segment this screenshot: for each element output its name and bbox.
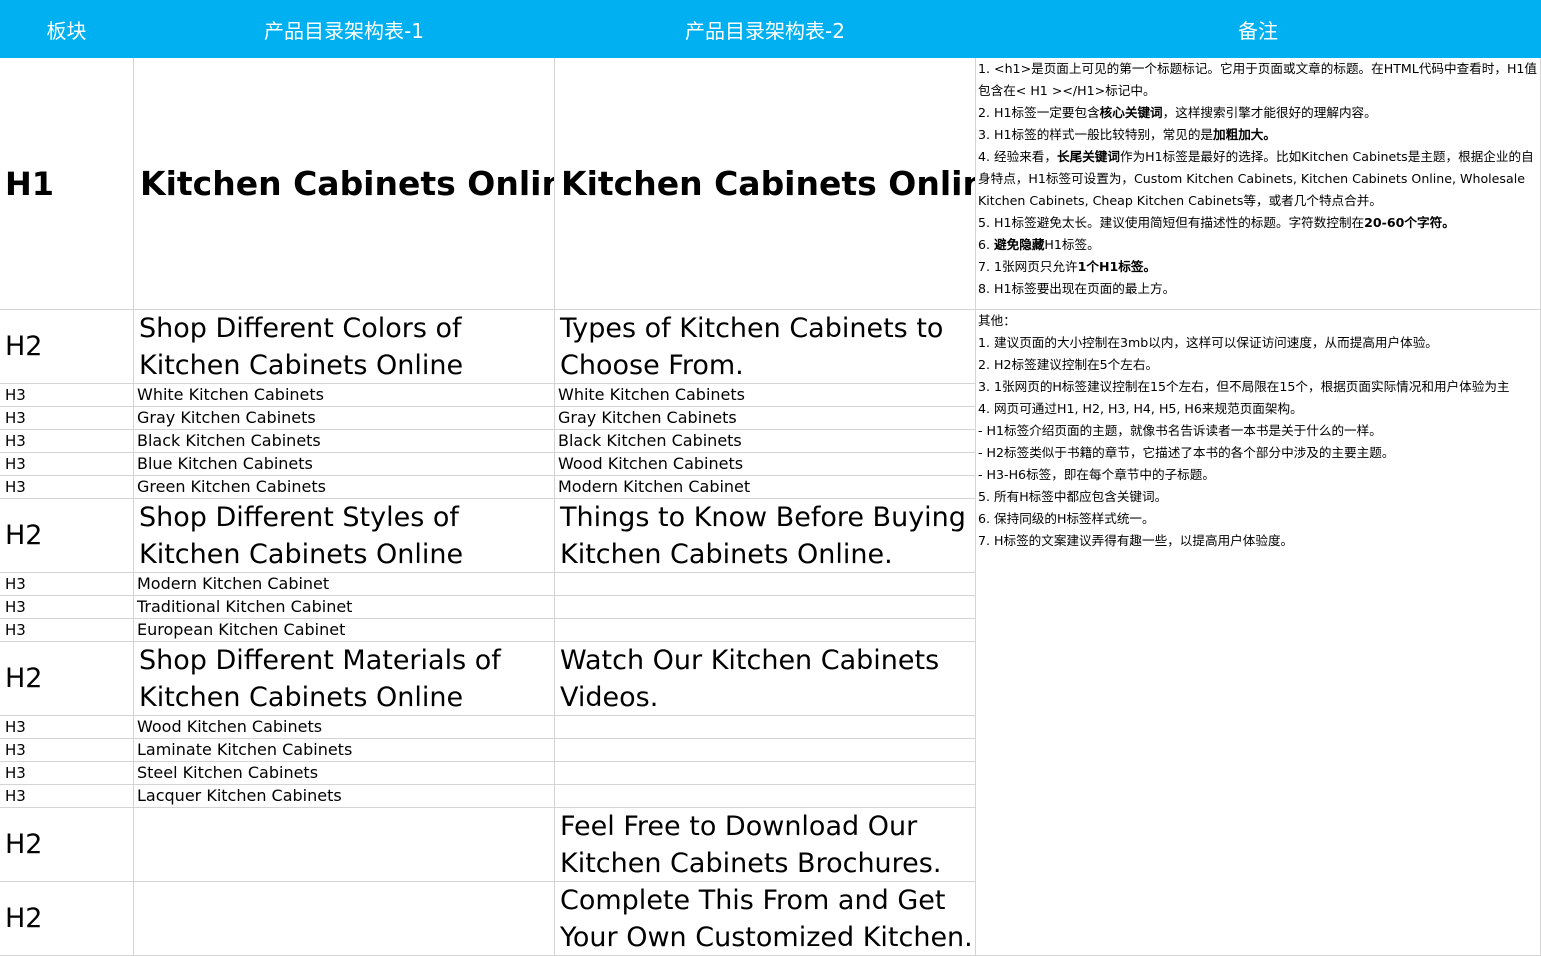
level-cell-h3[interactable]: H3 xyxy=(0,476,134,499)
note-h1-6c: H1标签。 xyxy=(1044,237,1100,252)
note-h1-5: 5. H1标签避免太长。建议使用简短但有描述性的标题。字符数控制在20-60个字… xyxy=(978,212,1540,234)
h1-cell-table2[interactable]: Kitchen Cabinets Online xyxy=(555,58,976,310)
note-h1-3: 3. H1标签的样式一般比较特别，常见的是加粗加大。 xyxy=(978,124,1540,146)
h3-cell-table2[interactable] xyxy=(555,716,976,739)
h3-cell-table1[interactable]: Lacquer Kitchen Cabinets xyxy=(134,785,555,808)
h2-cell-table2[interactable]: Feel Free to Download Our Kitchen Cabine… xyxy=(555,808,976,882)
level-cell-h2[interactable]: H2 xyxy=(0,882,134,956)
note-other-7: 7. H标签的文案建议弄得有趣一些，以提高用户体验度。 xyxy=(978,533,1294,548)
note-h1-2: 2. H1标签一定要包含核心关键词，这样搜索引擎才能很好的理解内容。 xyxy=(978,102,1540,124)
level-cell-h3[interactable]: H3 xyxy=(0,384,134,407)
h2-cell-table1[interactable] xyxy=(134,882,555,956)
h3-cell-table1[interactable]: Green Kitchen Cabinets xyxy=(134,476,555,499)
level-cell-h3[interactable]: H3 xyxy=(0,453,134,476)
header-cell-table1[interactable]: 产品目录架构表-1 xyxy=(134,0,555,58)
h2-cell-table1[interactable]: Shop Different Materials of Kitchen Cabi… xyxy=(134,642,555,716)
h3-cell-table1[interactable]: Traditional Kitchen Cabinet xyxy=(134,596,555,619)
note-h1-2b: 核心关键词 xyxy=(1099,105,1163,120)
notes-h1-cell[interactable]: 1. <h1>是页面上可见的第一个标题标记。它用于页面或文章的标题。在HTML代… xyxy=(976,58,1541,310)
h2-cell-table2[interactable]: Watch Our Kitchen Cabinets Videos. xyxy=(555,642,976,716)
h3-cell-table2[interactable] xyxy=(555,619,976,642)
note-other-4a: - H1标签介绍页面的主题，就像书名告诉读者一本书是关于什么的一样。 xyxy=(978,423,1382,438)
h3-cell-table1[interactable]: Blue Kitchen Cabinets xyxy=(134,453,555,476)
note-h1-6b: 避免隐藏 xyxy=(994,237,1045,252)
note-h1-6: 6. 避免隐藏H1标签。 xyxy=(978,234,1540,256)
level-cell-h3[interactable]: H3 xyxy=(0,407,134,430)
h3-cell-table2[interactable] xyxy=(555,785,976,808)
note-h1-8: 8. H1标签要出现在页面的最上方。 xyxy=(978,281,1176,296)
h3-cell-table2[interactable]: Black Kitchen Cabinets xyxy=(555,430,976,453)
note-h1-4b: 长尾关键词 xyxy=(1057,149,1120,164)
h3-cell-table2[interactable] xyxy=(555,573,976,596)
h3-cell-table2[interactable] xyxy=(555,739,976,762)
h1-cell-table1[interactable]: Kitchen Cabinets Online xyxy=(134,58,555,310)
header-cell-table2[interactable]: 产品目录架构表-2 xyxy=(555,0,976,58)
note-other-4b: - H2标签类似于书籍的章节，它描述了本书的各个部分中涉及的主要主题。 xyxy=(978,445,1395,460)
note-h1-6a: 6. xyxy=(978,237,995,252)
h3-cell-table2[interactable]: Gray Kitchen Cabinets xyxy=(555,407,976,430)
note-other-4c: - H3-H6标签，即在每个章节中的子标题。 xyxy=(978,467,1215,482)
h3-cell-table1[interactable]: European Kitchen Cabinet xyxy=(134,619,555,642)
note-other-2: 2. H2标签建议控制在5个左右。 xyxy=(978,357,1159,372)
note-other-1: 1. 建议页面的大小控制在3mb以内，这样可以保证访问速度，从而提高用户体验。 xyxy=(978,335,1438,350)
note-h1-7a: 7. 1张网页只允许 xyxy=(978,259,1078,274)
h3-cell-table2[interactable]: Modern Kitchen Cabinet xyxy=(555,476,976,499)
level-cell-h3[interactable]: H3 xyxy=(0,716,134,739)
h3-cell-table1[interactable]: Modern Kitchen Cabinet xyxy=(134,573,555,596)
level-cell-h2[interactable]: H2 xyxy=(0,642,134,716)
level-cell-h3[interactable]: H3 xyxy=(0,596,134,619)
note-h1-4a: 4. 经验来看， xyxy=(978,149,1057,164)
note-h1-7b: 1个H1标签。 xyxy=(1077,259,1157,274)
h2-cell-table1[interactable]: Shop Different Colors of Kitchen Cabinet… xyxy=(134,310,555,384)
note-h1-5a: 5. H1标签避免太长。建议使用简短但有描述性的标题。字符数控制在 xyxy=(978,215,1365,230)
level-cell-h3[interactable]: H3 xyxy=(0,619,134,642)
h2-cell-table2[interactable]: Types of Kitchen Cabinets to Choose From… xyxy=(555,310,976,384)
note-h1-2c: ，这样搜索引擎才能很好的理解内容。 xyxy=(1162,105,1377,120)
h3-cell-table1[interactable]: Black Kitchen Cabinets xyxy=(134,430,555,453)
h3-cell-table1[interactable]: Laminate Kitchen Cabinets xyxy=(134,739,555,762)
note-h1-2a: 2. H1标签一定要包含 xyxy=(978,105,1100,120)
level-cell-h3[interactable]: H3 xyxy=(0,739,134,762)
h3-cell-table2[interactable]: White Kitchen Cabinets xyxy=(555,384,976,407)
h2-cell-table1[interactable]: Shop Different Styles of Kitchen Cabinet… xyxy=(134,499,555,573)
h3-cell-table1[interactable]: White Kitchen Cabinets xyxy=(134,384,555,407)
note-other-4: 4. 网页可通过H1, H2, H3, H4, H5, H6来规范页面架构。 xyxy=(978,401,1303,416)
level-cell-h2[interactable]: H2 xyxy=(0,499,134,573)
h3-cell-table2[interactable]: Wood Kitchen Cabinets xyxy=(555,453,976,476)
h3-cell-table2[interactable] xyxy=(555,596,976,619)
note-other-3: 3. 1张网页的H标签建议控制在15个左右，但不局限在15个，根据页面实际情况和… xyxy=(978,379,1510,394)
h2-cell-table1[interactable] xyxy=(134,808,555,882)
note-other-5: 5. 所有H标签中都应包含关键词。 xyxy=(978,489,1168,504)
h2-cell-table2[interactable]: Complete This From and Get Your Own Cust… xyxy=(555,882,976,956)
h2-cell-table2[interactable]: Things to Know Before Buying Kitchen Cab… xyxy=(555,499,976,573)
level-cell-h3[interactable]: H3 xyxy=(0,785,134,808)
note-h1-4: 4. 经验来看，长尾关键词作为H1标签是最好的选择。比如Kitchen Cabi… xyxy=(978,146,1540,212)
header-cell-block[interactable]: 板块 xyxy=(0,0,134,58)
spreadsheet: 板块 产品目录架构表-1 产品目录架构表-2 备注 H1 Kitchen Cab… xyxy=(0,0,1541,956)
header-cell-notes[interactable]: 备注 xyxy=(976,0,1541,58)
note-h1-3a: 3. H1标签的样式一般比较特别，常见的是 xyxy=(978,127,1214,142)
note-other-title: 其他： xyxy=(978,313,1016,328)
level-cell-h2[interactable]: H2 xyxy=(0,310,134,384)
h3-cell-table1[interactable]: Gray Kitchen Cabinets xyxy=(134,407,555,430)
level-cell-h3[interactable]: H3 xyxy=(0,762,134,785)
h3-cell-table1[interactable]: Steel Kitchen Cabinets xyxy=(134,762,555,785)
level-cell-h3[interactable]: H3 xyxy=(0,573,134,596)
note-h1-7: 7. 1张网页只允许1个H1标签。 xyxy=(978,256,1540,278)
h3-cell-table1[interactable]: Wood Kitchen Cabinets xyxy=(134,716,555,739)
notes-other-cell[interactable]: 其他： 1. 建议页面的大小控制在3mb以内，这样可以保证访问速度，从而提高用户… xyxy=(976,310,1541,956)
level-cell-h2[interactable]: H2 xyxy=(0,808,134,882)
note-other-6: 6. 保持同级的H标签样式统一。 xyxy=(978,511,1155,526)
h3-cell-table2[interactable] xyxy=(555,762,976,785)
note-h1-3b: 加粗加大。 xyxy=(1213,127,1276,142)
note-h1-1: 1. <h1>是页面上可见的第一个标题标记。它用于页面或文章的标题。在HTML代… xyxy=(978,61,1538,98)
level-cell-h1[interactable]: H1 xyxy=(0,58,134,310)
level-cell-h3[interactable]: H3 xyxy=(0,430,134,453)
note-h1-5b: 20-60个字符。 xyxy=(1364,215,1455,230)
